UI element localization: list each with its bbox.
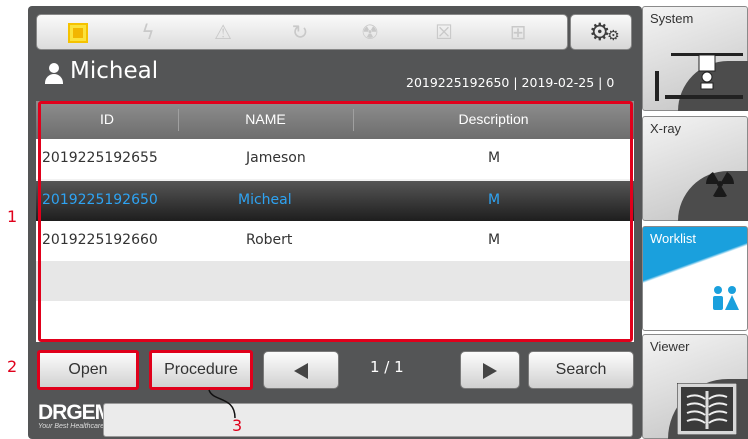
message-bar <box>103 403 633 437</box>
radiation-icon <box>706 172 734 197</box>
worklist-people-icon <box>713 286 739 310</box>
logo-text: DRGEM <box>38 401 112 424</box>
patient-info: 2019225192650 | 2019-02-25 | 0 <box>406 75 615 90</box>
detector-icon: ⊞ <box>509 20 527 44</box>
tab-viewer[interactable]: Viewer <box>642 334 748 439</box>
patient-icon <box>44 63 64 85</box>
annotation-box-table <box>38 101 633 342</box>
annotation-arrow <box>208 389 236 419</box>
annotation-box-open <box>37 350 139 390</box>
system-icon <box>655 53 743 101</box>
annotation-label-1: 1 <box>7 207 18 226</box>
tab-x-ray[interactable]: X-ray <box>642 116 748 221</box>
arrow-right-icon <box>483 363 497 379</box>
tab-label: System <box>650 11 694 26</box>
exposure-ready-icon <box>68 23 88 43</box>
chest-xray-icon <box>677 383 737 435</box>
settings-button[interactable]: ⚙ ⚙ <box>570 14 632 50</box>
tab-label: Viewer <box>650 339 690 354</box>
page-indicator: 1 / 1 <box>370 358 404 376</box>
next-page-button[interactable] <box>460 351 520 389</box>
search-button[interactable]: Search <box>528 351 634 389</box>
patient-name: Micheal <box>70 58 159 84</box>
tab-system[interactable]: System <box>642 6 748 111</box>
power-icon: ϟ <box>141 20 155 44</box>
previous-page-button[interactable] <box>263 351 339 389</box>
side-tab-bar: System X-ray Worklist Viewer <box>642 6 748 439</box>
refresh-icon: ↻ <box>291 20 309 44</box>
status-bar: ϟ ⚠ ↻ ☢ ☒ ⊞ <box>36 14 568 50</box>
tab-label: X-ray <box>650 121 682 136</box>
tab-label: Worklist <box>650 231 696 246</box>
annotation-label-2: 2 <box>7 357 18 376</box>
tab-worklist[interactable]: Worklist <box>642 226 748 331</box>
collimator-icon: ☒ <box>435 20 453 44</box>
logo-tagline: Your Best Healthcare <box>38 423 105 430</box>
arrow-left-icon <box>294 363 308 379</box>
drgem-logo: DRGEM Your Best Healthcare <box>38 401 112 430</box>
annotation-box-procedure <box>149 350 253 390</box>
warning-icon: ⚠ <box>214 20 232 44</box>
tube-icon: ☢ <box>361 20 379 44</box>
small-gear-icon: ⚙ <box>607 28 620 44</box>
